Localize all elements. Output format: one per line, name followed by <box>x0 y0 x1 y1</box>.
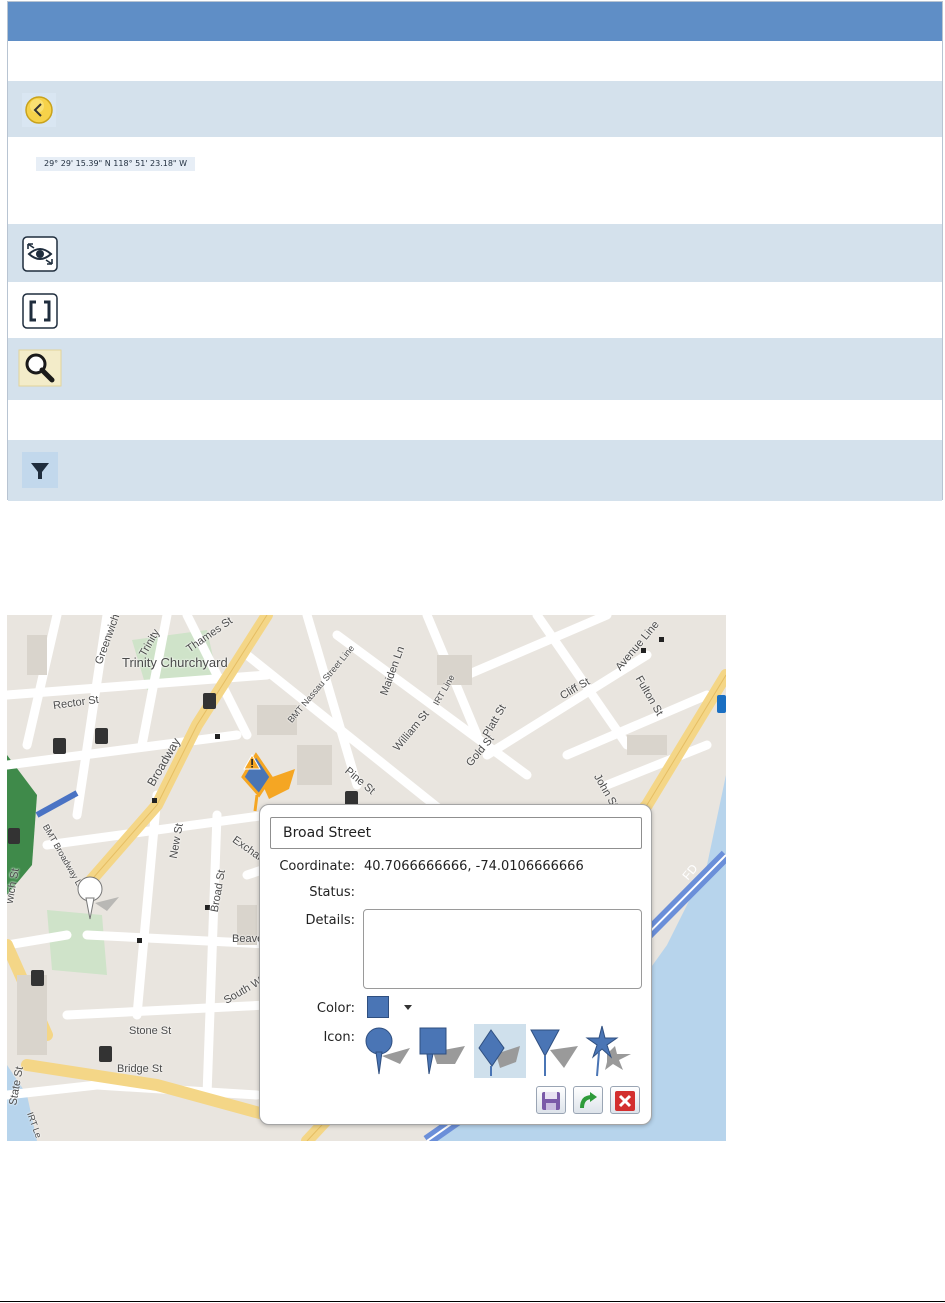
full-extent-icon[interactable] <box>22 293 58 333</box>
diamond-pin-icon[interactable] <box>474 1024 526 1078</box>
save-button[interactable] <box>536 1086 566 1114</box>
star-pin-icon[interactable] <box>585 1024 637 1078</box>
map-pin-icon[interactable] <box>73 873 129 925</box>
icon-label: Icon: <box>323 1030 355 1045</box>
magnifier-icon[interactable] <box>18 349 62 391</box>
page-divider <box>0 1301 945 1302</box>
status-label: Status: <box>309 885 355 900</box>
coordinate-label: Coordinate: <box>279 859 355 874</box>
coordinate-value: 40.7066666666, -74.0106666666 <box>364 859 584 874</box>
table-row <box>8 41 942 81</box>
map-label: Stone St <box>129 1025 172 1037</box>
color-dropdown-caret-icon[interactable] <box>404 1005 412 1010</box>
filter-icon[interactable] <box>22 452 58 488</box>
redo-button[interactable] <box>573 1086 603 1114</box>
coordinate-readout: 29° 29' 15.39" N 118° 51' 23.18" W <box>36 157 196 171</box>
table-row <box>8 282 942 338</box>
hide-show-icon[interactable] <box>22 236 58 276</box>
table-row: 29° 29' 15.39" N 118° 51' 23.18" W <box>8 137 942 224</box>
map-label: Trinity Churchyard <box>122 655 228 670</box>
color-swatch[interactable] <box>367 996 389 1018</box>
marker-edit-popup: Coordinate: 40.7066666666, -74.010666666… <box>259 804 652 1125</box>
table-row <box>8 400 942 440</box>
back-arrow-icon[interactable] <box>22 93 56 127</box>
marker-name-input[interactable] <box>270 817 642 849</box>
circle-pin-icon[interactable] <box>362 1024 414 1078</box>
table-row <box>8 440 942 501</box>
table-row <box>8 81 942 137</box>
save-icon <box>542 1092 560 1110</box>
redo-icon <box>580 1092 597 1109</box>
details-textarea[interactable] <box>363 909 642 989</box>
table-row <box>8 224 942 282</box>
map-label: Bridge St <box>117 1063 163 1075</box>
details-label: Details: <box>305 913 355 928</box>
toolbar-reference-table: 29° 29' 15.39" N 118° 51' 23.18" W <box>7 1 943 501</box>
table-row <box>8 338 942 400</box>
triangle-pin-icon[interactable] <box>528 1024 580 1078</box>
delete-icon <box>615 1091 635 1111</box>
table-header <box>8 2 942 41</box>
color-label: Color: <box>316 1001 355 1016</box>
square-pin-icon[interactable] <box>415 1024 467 1078</box>
delete-button[interactable] <box>610 1086 640 1114</box>
